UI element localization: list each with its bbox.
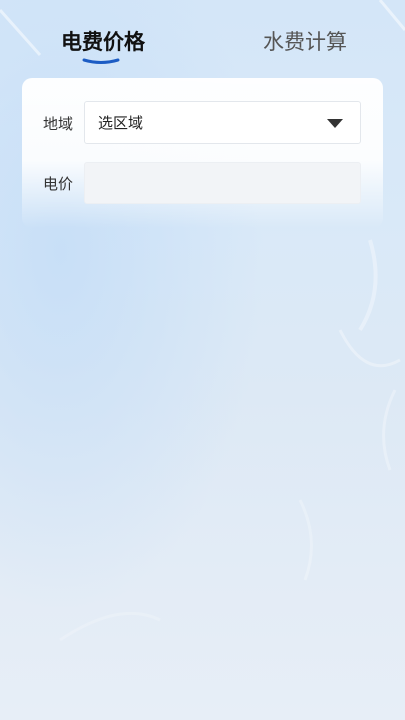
tab-bar: 电费价格 水费计算 [0, 0, 405, 78]
active-tab-indicator [82, 58, 120, 64]
region-select[interactable]: 选区域 [84, 101, 361, 144]
tab-water-fee[interactable]: 水费计算 [263, 27, 347, 57]
price-input[interactable] [84, 162, 361, 204]
region-label: 地域 [43, 115, 74, 133]
form-card: 地域 选区域 电价 [22, 78, 383, 228]
region-select-value: 选区域 [98, 114, 144, 132]
price-label: 电价 [43, 175, 74, 193]
dropdown-arrow-icon [327, 119, 343, 128]
tab-electricity-price[interactable]: 电费价格 [61, 27, 145, 57]
